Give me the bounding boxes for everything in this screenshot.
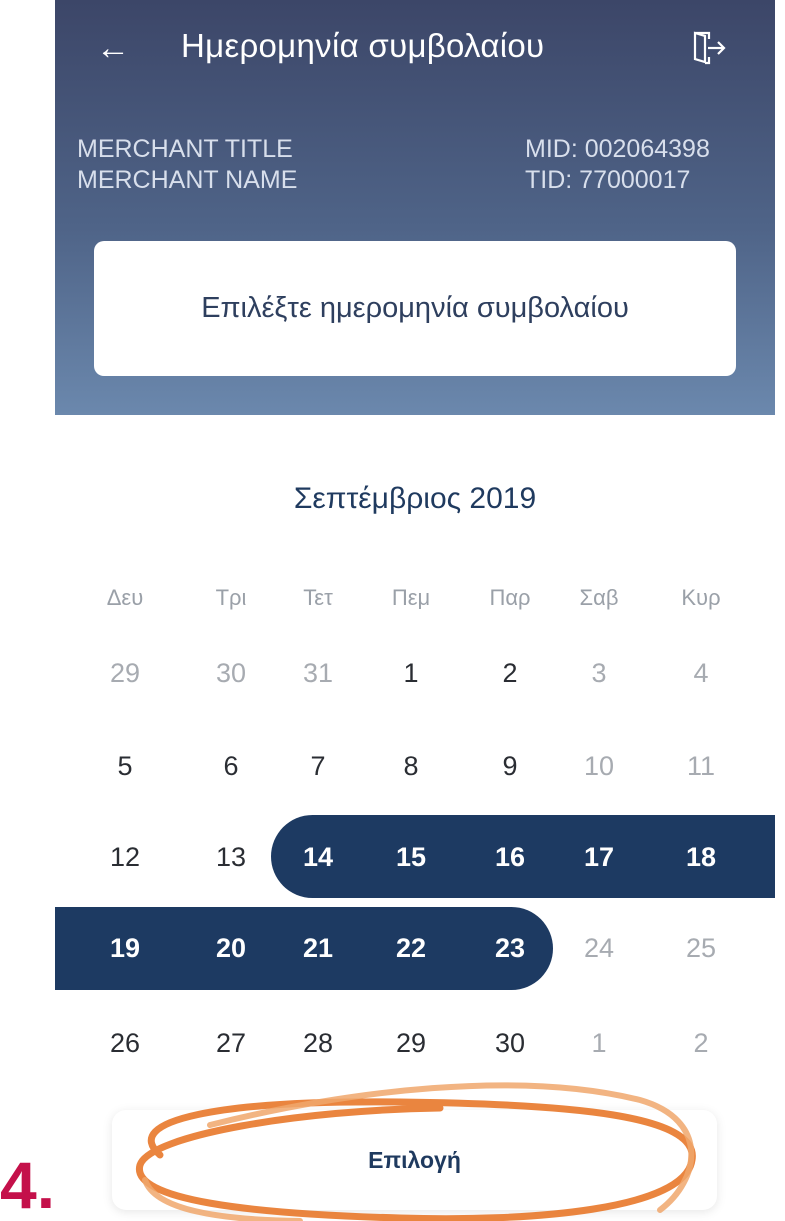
- calendar-day[interactable]: 14: [283, 827, 353, 887]
- calendar-day[interactable]: 25: [666, 918, 736, 978]
- back-button[interactable]: ←: [93, 26, 133, 70]
- merchant-id: MID: 002064398: [525, 135, 710, 163]
- calendar-day[interactable]: 2: [666, 1013, 736, 1073]
- calendar-day[interactable]: 3: [564, 643, 634, 703]
- calendar-day[interactable]: 19: [90, 918, 160, 978]
- calendar-day[interactable]: 26: [90, 1013, 160, 1073]
- calendar-day[interactable]: 7: [283, 736, 353, 796]
- calendar-day[interactable]: 24: [564, 918, 634, 978]
- calendar-day[interactable]: 11: [666, 736, 736, 796]
- calendar-day[interactable]: 10: [564, 736, 634, 796]
- weekday-label: Τετ: [303, 585, 333, 610]
- calendar-day[interactable]: 1: [376, 643, 446, 703]
- logout-icon[interactable]: [691, 30, 729, 66]
- terminal-info: MID: 002064398 TID: 77000017: [525, 134, 775, 196]
- merchant-info: MERCHANT TITLE MERCHANT NAME: [77, 134, 377, 196]
- calendar-day[interactable]: 15: [376, 827, 446, 887]
- calendar-day[interactable]: 1: [564, 1013, 634, 1073]
- calendar-day[interactable]: 5: [90, 736, 160, 796]
- calendar-day[interactable]: 18: [666, 827, 736, 887]
- header: ← Ημερομηνία συμβολαίου MERCHANT TITLE M…: [55, 0, 775, 415]
- weekday-label: Τρι: [215, 585, 247, 610]
- calendar-day[interactable]: 4: [666, 643, 736, 703]
- select-button[interactable]: Επιλογή: [112, 1110, 717, 1210]
- calendar-day[interactable]: 2: [475, 643, 545, 703]
- calendar-day[interactable]: 30: [196, 643, 266, 703]
- calendar-day[interactable]: 9: [475, 736, 545, 796]
- weekday-label: Πεμ: [391, 585, 431, 610]
- weekday-label: Παρ: [489, 585, 531, 610]
- calendar-day[interactable]: 13: [196, 827, 266, 887]
- calendar-day[interactable]: 29: [90, 643, 160, 703]
- calendar-day[interactable]: 21: [283, 918, 353, 978]
- calendar-day[interactable]: 31: [283, 643, 353, 703]
- weekday-label: Δευ: [106, 585, 144, 610]
- merchant-title: MERCHANT TITLE: [77, 135, 293, 163]
- calendar-month: Σεπτέμβριος 2019: [293, 482, 537, 515]
- page-title: Ημερομηνία συμβολαίου: [181, 27, 545, 64]
- terminal-id: TID: 77000017: [525, 166, 691, 194]
- calendar-day[interactable]: 23: [475, 918, 545, 978]
- calendar-day[interactable]: 22: [376, 918, 446, 978]
- calendar-day[interactable]: 16: [475, 827, 545, 887]
- calendar-day[interactable]: 29: [376, 1013, 446, 1073]
- app-screen: ← Ημερομηνία συμβολαίου MERCHANT TITLE M…: [55, 0, 775, 1221]
- contract-date-field[interactable]: Επιλέξτε ημερομηνία συμβολαίου: [94, 241, 736, 376]
- calendar-day[interactable]: 20: [196, 918, 266, 978]
- calendar-day[interactable]: 17: [564, 827, 634, 887]
- merchant-name: MERCHANT NAME: [77, 166, 298, 194]
- weekday-label: Κυρ: [681, 585, 721, 610]
- step-number: 4.: [0, 1150, 56, 1220]
- calendar-day[interactable]: 12: [90, 827, 160, 887]
- calendar-day[interactable]: 30: [475, 1013, 545, 1073]
- weekday-header: Δευ Τρι Τετ Πεμ Παρ Σαβ Κυρ: [55, 578, 775, 618]
- calendar-day[interactable]: 28: [283, 1013, 353, 1073]
- calendar-day[interactable]: 6: [196, 736, 266, 796]
- calendar-day[interactable]: 8: [376, 736, 446, 796]
- weekday-label: Σαβ: [579, 585, 619, 610]
- calendar-day[interactable]: 27: [196, 1013, 266, 1073]
